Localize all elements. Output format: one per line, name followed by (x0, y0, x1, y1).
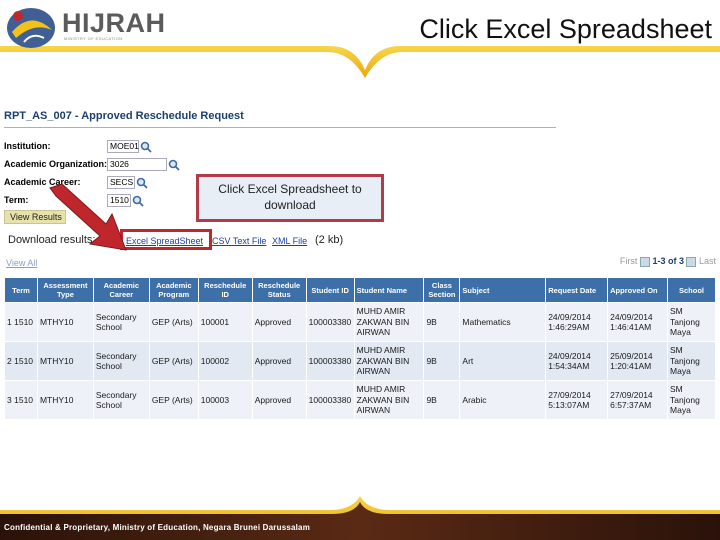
cell-assessment-type: MTHY10 (36, 380, 94, 420)
cell-program: GEP (Arts) (148, 380, 199, 420)
pager-count: 1-3 of 3 (652, 256, 684, 266)
xml-file-link[interactable]: XML File (272, 236, 307, 246)
cell-subject: Mathematics (459, 302, 547, 342)
row-number: 1 (7, 316, 12, 327)
academic-org-lookup-icon[interactable] (168, 159, 180, 171)
title-divider (4, 127, 556, 128)
logo-text: HIJRAH (62, 8, 166, 38)
academic-career-lookup-icon[interactable] (136, 177, 148, 189)
results-grid: Term Assessment Type Academic Career Aca… (4, 277, 716, 420)
cell-class-section: 9B (423, 341, 461, 381)
download-size: (2 kb) (315, 234, 344, 246)
term-label: Term: (4, 195, 29, 205)
table-row: 1 1510 MTHY10 Secondary School GEP (Arts… (4, 302, 716, 342)
institution-lookup-icon[interactable] (140, 141, 152, 153)
cell-request-date: 27/09/2014 5:13:07AM (545, 380, 609, 420)
pager-next-icon[interactable] (686, 256, 697, 267)
cell-career: Secondary School (92, 380, 150, 420)
pager-prev-icon[interactable] (639, 256, 650, 267)
row-number: 3 (7, 394, 12, 405)
col-header[interactable]: Assessment Type (36, 277, 94, 303)
academic-org-field[interactable]: 3026 (107, 158, 167, 171)
cell-reschedule-id: 100002 (197, 341, 253, 381)
institution-label: Institution: (4, 141, 51, 151)
col-header[interactable]: Academic Program (148, 277, 199, 303)
table-row: 2 1510 MTHY10 Secondary School GEP (Arts… (4, 341, 716, 381)
cell-subject: Art (459, 341, 547, 381)
cell-student-name: MUHD AMIR ZAKWAN BIN AIRWAN (353, 302, 425, 342)
term-value: 1510 (14, 355, 34, 366)
col-header[interactable]: Approved On (607, 277, 669, 303)
cell-student-id: 100003380 (305, 341, 355, 381)
cell-student-id: 100003380 (305, 380, 355, 420)
cell-student-id: 100003380 (305, 302, 355, 342)
cell-status: Approved (251, 380, 307, 420)
cell-class-section: 9B (423, 302, 461, 342)
col-header[interactable]: Academic Career (92, 277, 150, 303)
row-number: 2 (7, 355, 12, 366)
footer-band-graphic (0, 496, 720, 540)
cell-status: Approved (251, 302, 307, 342)
col-header[interactable]: Request Date (545, 277, 609, 303)
slide-footer (0, 496, 720, 540)
slide-header: HIJRAH MINISTRY OF EDUCATION Click Excel… (0, 0, 720, 78)
cell-approved-on: 27/09/2014 6:57:37AM (607, 380, 669, 420)
cell-student-name: MUHD AMIR ZAKWAN BIN AIRWAN (353, 380, 425, 420)
pager-first[interactable]: First (620, 256, 638, 266)
pager-last[interactable]: Last (699, 256, 716, 266)
col-header[interactable]: Student Name (353, 277, 425, 303)
cell-reschedule-id: 100001 (197, 302, 253, 342)
view-all-link[interactable]: View All (6, 258, 37, 268)
cell-assessment-type: MTHY10 (36, 341, 94, 381)
crest-icon (7, 8, 55, 48)
cell-term: 2 1510 (4, 341, 38, 381)
hijrah-logo: HIJRAH MINISTRY OF EDUCATION (4, 2, 165, 50)
cell-term: 1 1510 (4, 302, 38, 342)
table-row: 3 1510 MTHY10 Secondary School GEP (Arts… (4, 380, 716, 420)
logo-subtext: MINISTRY OF EDUCATION (64, 36, 123, 41)
term-lookup-icon[interactable] (132, 195, 144, 207)
cell-student-name: MUHD AMIR ZAKWAN BIN AIRWAN (353, 341, 425, 381)
cell-school: SM Tanjong Maya (667, 380, 716, 420)
col-header[interactable]: School (667, 277, 716, 303)
col-header[interactable]: Reschedule Status (251, 277, 307, 303)
academic-org-label: Academic Organization: (4, 159, 108, 169)
cell-school: SM Tanjong Maya (667, 341, 716, 381)
cell-school: SM Tanjong Maya (667, 302, 716, 342)
col-header[interactable]: Subject (459, 277, 547, 303)
term-value: 1510 (14, 316, 34, 327)
report-title: RPT_AS_007 - Approved Reschedule Request (4, 110, 244, 122)
cell-program: GEP (Arts) (148, 302, 199, 342)
cell-subject: Arabic (459, 380, 547, 420)
cell-program: GEP (Arts) (148, 341, 199, 381)
col-header[interactable]: Reschedule ID (197, 277, 253, 303)
col-header[interactable]: Student ID (305, 277, 355, 303)
footer-text: Confidential & Proprietary, Ministry of … (4, 523, 311, 532)
excel-link-highlight-box (120, 229, 212, 250)
slide-title: Click Excel Spreadsheet (419, 14, 712, 44)
cell-status: Approved (251, 341, 307, 381)
term-value: 1510 (14, 394, 34, 405)
cell-assessment-type: MTHY10 (36, 302, 94, 342)
pager: First 1-3 of 3 Last (620, 256, 716, 267)
cell-approved-on: 25/09/2014 1:20:41AM (607, 341, 669, 381)
cell-request-date: 24/09/2014 1:54:34AM (545, 341, 609, 381)
cell-career: Secondary School (92, 302, 150, 342)
cell-approved-on: 24/09/2014 1:46:41AM (607, 302, 669, 342)
cell-term: 3 1510 (4, 380, 38, 420)
grid-header-row: Term Assessment Type Academic Career Aca… (4, 277, 716, 303)
cell-career: Secondary School (92, 341, 150, 381)
institution-field[interactable]: MOE01 (107, 140, 139, 153)
cell-request-date: 24/09/2014 1:46:29AM (545, 302, 609, 342)
col-header[interactable]: Term (4, 277, 38, 303)
cell-class-section: 9B (423, 380, 461, 420)
csv-text-file-link[interactable]: CSV Text File (212, 236, 266, 246)
instruction-callout: Click Excel Spreadsheet to download (196, 174, 384, 222)
pointer-arrow-icon (49, 184, 127, 251)
cell-reschedule-id: 100003 (197, 380, 253, 420)
col-header[interactable]: Class Section (423, 277, 461, 303)
